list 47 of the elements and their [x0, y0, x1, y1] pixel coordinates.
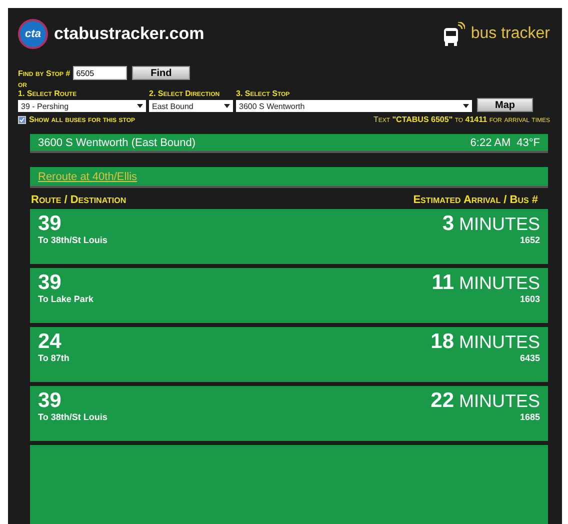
bus-number: 6435	[520, 353, 540, 363]
checkbox[interactable]	[18, 116, 26, 124]
checkbox-label: Show all buses for this stop	[29, 115, 136, 124]
caret-icon	[224, 104, 230, 108]
minutes: 3	[442, 213, 454, 235]
stop-number-field[interactable]: 6505	[73, 66, 128, 80]
destination: To 87th	[38, 353, 70, 363]
caret-icon	[137, 104, 143, 108]
route-number: 39	[38, 272, 62, 294]
map-button[interactable]: Map	[477, 98, 533, 112]
minutes: 11	[432, 272, 454, 294]
dropdown[interactable]: 39 - Pershing	[18, 100, 146, 112]
minutes: 18	[430, 331, 454, 353]
brand-name: bus tracker	[470, 25, 550, 43]
route-number: 39	[38, 390, 62, 412]
check-icon	[19, 116, 25, 122]
bus-number: 1685	[520, 412, 540, 422]
dropdown[interactable]: 3600 S Wentworth	[236, 100, 472, 112]
dropdown[interactable]: East Bound	[149, 100, 233, 112]
minutes-unit: MINUTES	[459, 390, 540, 412]
route-number: 24	[38, 331, 62, 353]
route-number: 39	[38, 213, 62, 235]
column-header: Route / Destination	[31, 194, 126, 206]
select-label: 1. Select Route	[18, 89, 78, 98]
time: 6:22 AM	[470, 136, 511, 148]
cta-logo: cta	[18, 19, 48, 49]
stop-name: 3600 S Wentworth (East Bound)	[38, 136, 196, 148]
column-header: Estimated Arrival / Bus #	[413, 194, 538, 206]
destination: To Lake Park	[38, 294, 94, 304]
bus-number: 1652	[520, 235, 540, 245]
bus-icon	[442, 22, 465, 46]
destination: To 38th/St Louis	[38, 412, 108, 422]
caret-icon	[463, 104, 469, 108]
minutes-unit: MINUTES	[459, 213, 540, 235]
temperature: 43°F	[516, 136, 540, 148]
select-label: 3. Select Stop	[236, 89, 291, 98]
minutes-unit: MINUTES	[459, 331, 540, 353]
find-label: Find by Stop #	[18, 68, 70, 78]
select-label: 2. Select Direction	[149, 89, 221, 98]
find-button[interactable]: Find	[132, 66, 190, 80]
site-title: ctabustracker.com	[54, 24, 204, 44]
destination: To 38th/St Louis	[38, 235, 108, 245]
bus-number: 1603	[520, 294, 540, 304]
sms-hint: Text "CTABUS 6505" to 41411 for arrival times	[373, 115, 550, 124]
minutes: 22	[430, 390, 454, 412]
or-label: or	[18, 80, 27, 89]
minutes-unit: MINUTES	[459, 272, 540, 294]
